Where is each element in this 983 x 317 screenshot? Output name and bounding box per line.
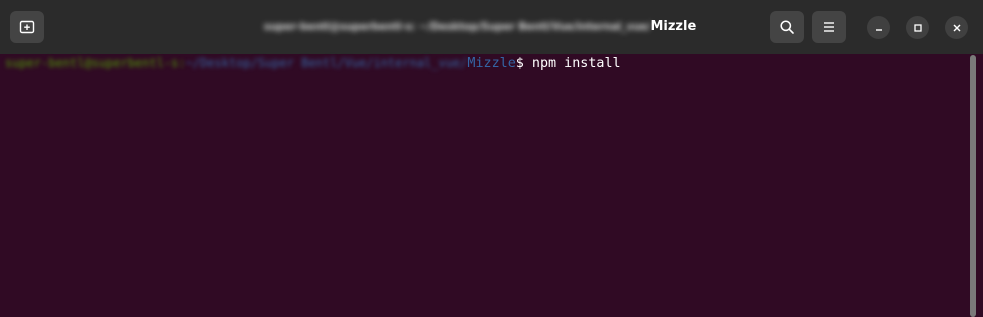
prompt-directory: Mizzle: [467, 56, 516, 71]
new-tab-button[interactable]: [10, 11, 44, 43]
close-icon: [952, 18, 962, 37]
terminal-window: super-bentl@superbentl-s: ~/Desktop/Supe…: [0, 0, 983, 317]
prompt-line: super-bentl@superbentl-s:~/Desktop/Super…: [5, 54, 621, 72]
close-button[interactable]: [945, 16, 968, 39]
minimize-button[interactable]: [867, 16, 890, 39]
search-button[interactable]: [770, 11, 804, 43]
terminal-output[interactable]: super-bentl@superbentl-s:~/Desktop/Super…: [0, 54, 983, 317]
title-bar[interactable]: super-bentl@superbentl-s: ~/Desktop/Supe…: [0, 0, 983, 54]
maximize-button[interactable]: [906, 16, 929, 39]
window-title: super-bentl@superbentl-s: ~/Desktop/Supe…: [200, 17, 760, 37]
window-title-dir: Mizzle: [650, 19, 697, 34]
prompt-user-host: super-bentl@superbentl-s: [5, 56, 179, 70]
window-title-path: super-bentl@superbentl-s: ~/Desktop/Supe…: [263, 21, 651, 33]
command-text: npm install: [531, 56, 621, 71]
scrollbar[interactable]: [970, 55, 976, 317]
hamburger-menu-icon: [822, 20, 836, 34]
menu-button[interactable]: [812, 11, 846, 43]
maximize-icon: [913, 18, 923, 37]
new-tab-icon: [19, 19, 35, 35]
minimize-icon: [874, 18, 884, 37]
prompt-path: ~/Desktop/Super Bentl/Vue/internal_vue/: [185, 56, 468, 70]
search-icon: [779, 19, 795, 35]
prompt-separator: :: [178, 56, 186, 70]
prompt-symbol: $: [515, 56, 532, 71]
